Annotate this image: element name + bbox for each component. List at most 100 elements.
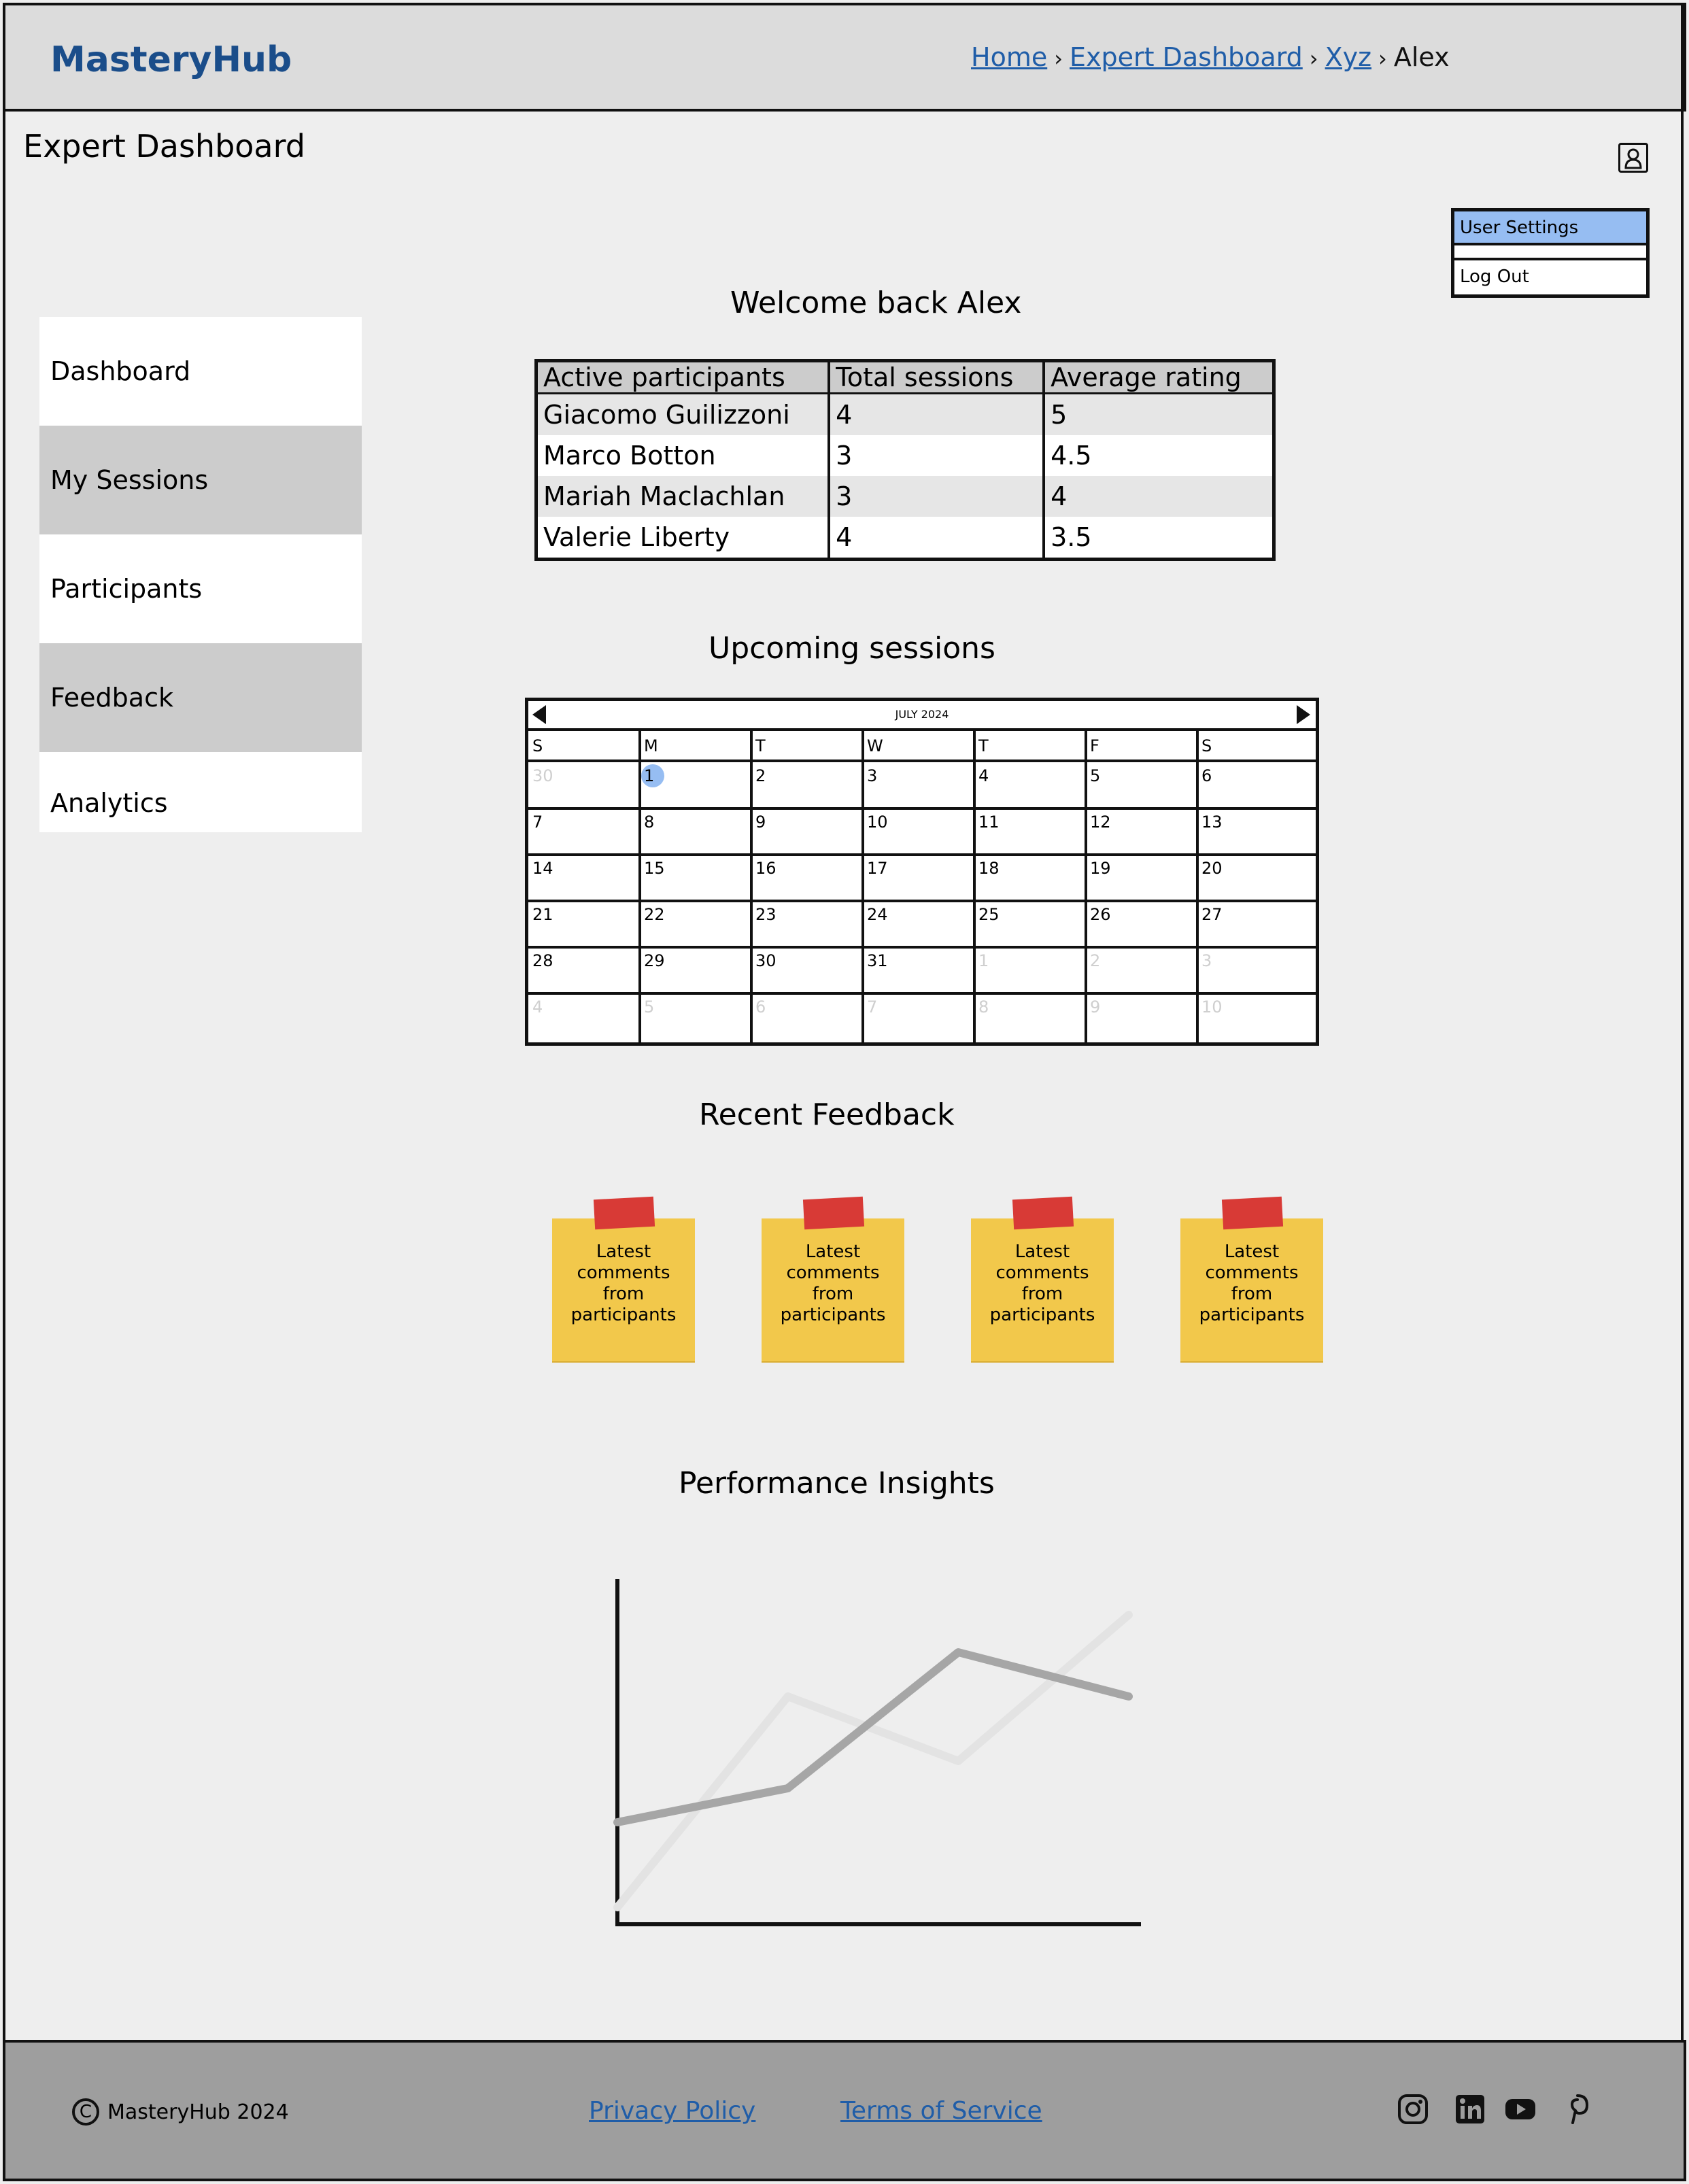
feedback-note[interactable]: Latest comments from participants — [971, 1196, 1114, 1361]
calendar-day[interactable]: 25 — [974, 901, 1086, 947]
calendar-gridline — [861, 731, 864, 1042]
calendar-day[interactable]: 9 — [1086, 993, 1197, 1040]
calendar-gridline — [638, 731, 641, 1042]
calendar-day[interactable]: 26 — [1086, 901, 1197, 947]
calendar-day[interactable]: 13 — [1197, 808, 1309, 855]
calendar-day[interactable]: 6 — [1197, 762, 1309, 808]
calendar-day[interactable]: 10 — [863, 808, 974, 855]
terms-of-service-link[interactable]: Terms of Service — [840, 2097, 1042, 2125]
calendar-day[interactable]: 21 — [528, 901, 640, 947]
calendar-day[interactable]: 1 — [640, 762, 751, 808]
calendar-day[interactable]: 8 — [974, 993, 1086, 1040]
calendar-day[interactable]: 5 — [1086, 762, 1197, 808]
calendar-day[interactable]: 31 — [863, 947, 974, 993]
weekday-label: W — [867, 736, 883, 755]
calendar-gridline — [973, 731, 976, 1042]
table-row[interactable]: Mariah Maclachlan 3 4 — [534, 476, 1276, 517]
user-icon[interactable] — [1618, 143, 1648, 173]
calendar-day[interactable]: 22 — [640, 901, 751, 947]
sidebar-item-feedback[interactable]: Feedback — [39, 643, 362, 752]
calendar-day[interactable]: 15 — [640, 855, 751, 901]
weekday-label: S — [532, 736, 543, 755]
table-row[interactable]: Giacomo Guilizzoni 4 5 — [534, 393, 1276, 435]
logout-menu-item[interactable]: Log Out — [1454, 258, 1646, 292]
feedback-note[interactable]: Latest comments from participants — [1180, 1196, 1323, 1361]
feedback-note-text: Latest comments from participants — [989, 1242, 1095, 1325]
sidebar-item-dashboard[interactable]: Dashboard — [39, 317, 362, 426]
pinterest-icon[interactable] — [1561, 2093, 1594, 2126]
table-cell: 5 — [1042, 393, 1276, 435]
calendar-day[interactable]: 28 — [528, 947, 640, 993]
tape-icon — [593, 1196, 655, 1230]
calendar-day[interactable]: 19 — [1086, 855, 1197, 901]
sidebar-item-analytics[interactable]: Analytics — [39, 752, 362, 832]
calendar-day[interactable]: 29 — [640, 947, 751, 993]
chart-series-line — [613, 1648, 1133, 1826]
calendar-day[interactable]: 4 — [974, 762, 1086, 808]
column-header: Active participants — [534, 360, 831, 394]
feedback-note[interactable]: Latest comments from participants — [762, 1196, 904, 1361]
linkedin-icon[interactable] — [1454, 2093, 1486, 2126]
column-header: Total sessions — [828, 360, 1046, 394]
calendar-day[interactable]: 2 — [1086, 947, 1197, 993]
calendar-day[interactable]: 11 — [974, 808, 1086, 855]
calendar-day[interactable]: 9 — [751, 808, 863, 855]
calendar-day[interactable]: 7 — [528, 808, 640, 855]
weekday-label: M — [644, 736, 658, 755]
youtube-icon[interactable] — [1504, 2093, 1537, 2126]
calendar-day[interactable]: 12 — [1086, 808, 1197, 855]
user-settings-menu-item[interactable]: User Settings — [1454, 211, 1646, 245]
calendar-day[interactable]: 10 — [1197, 993, 1309, 1040]
privacy-policy-link[interactable]: Privacy Policy — [589, 2097, 755, 2125]
calendar-day[interactable]: 20 — [1197, 855, 1309, 901]
feedback-note-text: Latest comments from participants — [780, 1242, 886, 1325]
table-cell: 4 — [828, 517, 1046, 560]
calendar-day[interactable]: 17 — [863, 855, 974, 901]
tape-icon — [1221, 1196, 1284, 1230]
calendar-day[interactable]: 3 — [1197, 947, 1309, 993]
performance-chart — [613, 1579, 1141, 1926]
table-cell: Valerie Liberty — [534, 517, 831, 560]
calendar-gridline — [750, 731, 753, 1042]
calendar-day[interactable]: 7 — [863, 993, 974, 1040]
copyright: C MasteryHub 2024 — [72, 2098, 289, 2126]
feedback-note-text: Latest comments from participants — [570, 1242, 677, 1325]
calendar-day[interactable]: 24 — [863, 901, 974, 947]
calendar-day[interactable]: 30 — [528, 762, 640, 808]
calendar-month-label: JULY 2024 — [895, 708, 949, 721]
calendar-gridline — [528, 946, 1316, 949]
calendar-gridline — [528, 853, 1316, 856]
calendar-day[interactable]: 5 — [640, 993, 751, 1040]
calendar-day[interactable]: 1 — [974, 947, 1086, 993]
calendar-day[interactable]: 4 — [528, 993, 640, 1040]
calendar-day[interactable]: 3 — [863, 762, 974, 808]
calendar-gridline — [528, 807, 1316, 810]
feedback-note[interactable]: Latest comments from participants — [552, 1196, 695, 1361]
selected-day-marker: 1 — [641, 764, 664, 787]
table-row[interactable]: Marco Botton 3 4.5 — [534, 435, 1276, 476]
sidebar-item-participants[interactable]: Participants — [39, 534, 362, 643]
table-cell: 4 — [1042, 476, 1276, 517]
calendar: JULY 2024 SMTWTFS 30 1 2 3 4 5 6 7 8 9 10 11 12 13 14 1… — [525, 698, 1319, 1046]
instagram-icon[interactable] — [1397, 2093, 1429, 2126]
calendar-day[interactable]: 16 — [751, 855, 863, 901]
calendar-day[interactable]: 2 — [751, 762, 863, 808]
table-cell: 3 — [828, 476, 1046, 517]
calendar-day[interactable]: 23 — [751, 901, 863, 947]
table-cell: 3.5 — [1042, 517, 1276, 560]
sidebar-item-my-sessions[interactable]: My Sessions — [39, 426, 362, 534]
next-month-icon[interactable] — [1297, 705, 1310, 724]
calendar-day[interactable]: 18 — [974, 855, 1086, 901]
tape-icon — [1012, 1196, 1074, 1230]
table-row[interactable]: Valerie Liberty 4 3.5 — [534, 517, 1276, 560]
calendar-day[interactable]: 27 — [1197, 901, 1309, 947]
calendar-day[interactable]: 30 — [751, 947, 863, 993]
calendar-day[interactable]: 14 — [528, 855, 640, 901]
calendar-day[interactable]: 6 — [751, 993, 863, 1040]
calendar-gridline — [528, 992, 1316, 995]
calendar-day[interactable]: 8 — [640, 808, 751, 855]
table-cell: 3 — [828, 435, 1046, 476]
feedback-note-text: Latest comments from participants — [1199, 1242, 1305, 1325]
weekday-label: F — [1090, 736, 1099, 755]
chart-series-line — [613, 1611, 1133, 1911]
